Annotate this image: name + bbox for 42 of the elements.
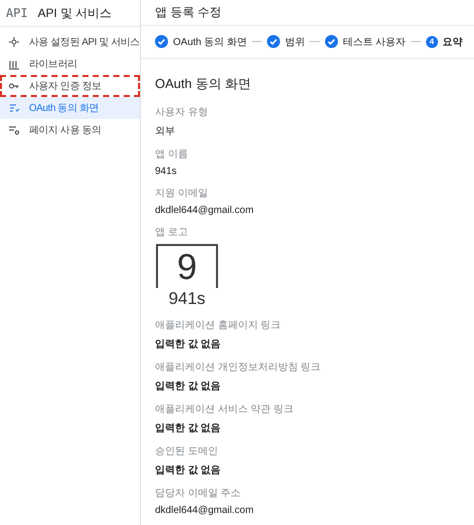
field-label: 담당자 이메일 주소: [155, 487, 242, 500]
step-label: OAuth 동의 화면: [173, 36, 247, 49]
sidebar-item[interactable]: 페이지 사용 동의: [0, 119, 140, 141]
field-label: 지원 이메일: [155, 187, 209, 200]
sidebar-item-label: 사용자 인증 정보: [29, 80, 101, 93]
field-value: 입력한 값 없음: [155, 338, 222, 351]
sidebar-title: API 및 서비스: [38, 4, 112, 22]
sidebar-item-label: 사용 설정된 API 및 서비스: [29, 36, 140, 49]
sidebar-item-label: 라이브러리: [29, 58, 78, 71]
step-number: 4: [426, 36, 438, 48]
sidebar-item-label: 페이지 사용 동의: [29, 124, 101, 137]
page-title: 앱 등록 수정: [155, 4, 222, 21]
sidebar-item[interactable]: 라이브러리: [0, 53, 140, 75]
api-logo: API: [6, 6, 28, 20]
sidebar-item-label: OAuth 동의 화면: [29, 102, 99, 115]
field-value: 외부: [155, 125, 176, 138]
field-value: 입력한 값 없음: [155, 464, 222, 477]
field-label: 사용자 유형: [155, 106, 209, 119]
sidebar-item[interactable]: 사용자 인증 정보: [0, 75, 140, 97]
field-label: 앱 로고: [155, 226, 189, 239]
step-label: 범위: [284, 36, 305, 49]
field-value: 941s: [155, 166, 178, 177]
list-check-icon: [8, 102, 20, 114]
field-value: 입력한 값 없음: [155, 422, 222, 435]
sidebar-item[interactable]: 사용 설정된 API 및 서비스: [0, 31, 140, 53]
library-icon: [8, 58, 20, 70]
field-label: 승인된 도메인: [155, 445, 219, 458]
step-label: 테스트 사용자: [342, 36, 406, 49]
list-gear-icon: [8, 124, 20, 136]
field-value: 입력한 값 없음: [155, 380, 222, 393]
step-label: 요약: [442, 36, 463, 49]
section-title: OAuth 동의 화면: [155, 75, 252, 93]
field-label: 앱 이름: [155, 148, 189, 161]
field-label: 애플리케이션 홈페이지 링크: [155, 319, 282, 332]
app-logo-caption: 941s: [168, 289, 206, 309]
field-label: 애플리케이션 서비스 약관 링크: [155, 403, 294, 416]
hub-icon: [8, 36, 20, 48]
field-label: 애플리케이션 개인정보처리방침 링크: [155, 361, 322, 374]
app-logo-mark: 9: [156, 244, 218, 288]
sidebar-item[interactable]: OAuth 동의 화면: [0, 97, 140, 119]
field-value: dkdlel644@gmail.com: [155, 205, 255, 216]
field-value: dkdlel644@gmail.com: [155, 505, 255, 516]
